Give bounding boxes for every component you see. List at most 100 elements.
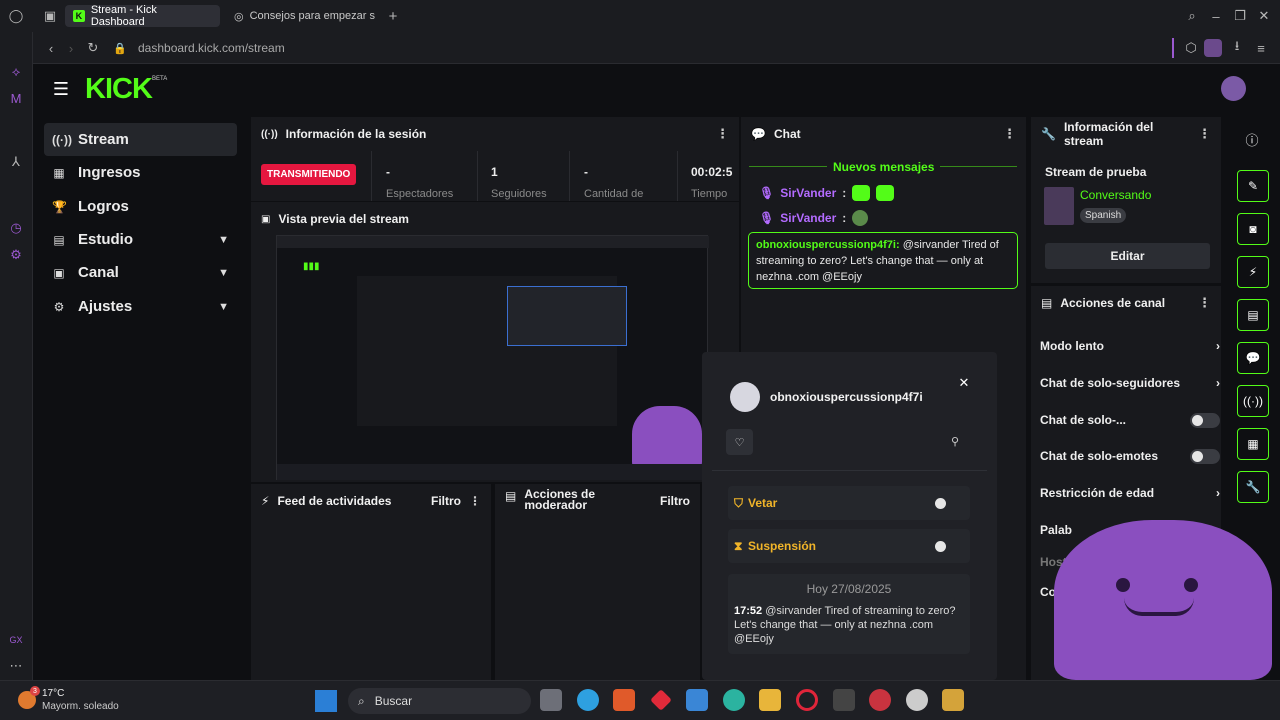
- channel-action-slow-mode[interactable]: Modo lento ›: [1040, 336, 1220, 356]
- reload-icon[interactable]: ↻: [85, 40, 101, 56]
- app-icon[interactable]: [613, 689, 635, 711]
- browser-tab-kick-dashboard[interactable]: K Stream - Kick Dashboard: [65, 4, 220, 28]
- search-icon[interactable]: ⌕: [1184, 8, 1200, 24]
- chat-username[interactable]: SirVander: [780, 211, 836, 225]
- more-options-icon[interactable]: ⋮: [716, 126, 729, 142]
- app-icon[interactable]: [577, 689, 599, 711]
- file-explorer-icon[interactable]: [759, 689, 781, 711]
- gx-icon[interactable]: GX: [8, 632, 24, 648]
- kick-logo[interactable]: KICK: [85, 73, 153, 106]
- panel-title: Chat: [773, 127, 801, 141]
- wrench-icon[interactable]: 🔧: [1237, 471, 1269, 503]
- browser-tab-consejos[interactable]: ◎ Consejos para empezar s: [226, 5, 376, 27]
- subscribers-only-toggle[interactable]: [1190, 412, 1220, 428]
- stream-info-panel: 🔧 Información del stream ⋮ Stream de pru…: [1031, 117, 1221, 283]
- filter-button[interactable]: Filtro: [431, 494, 461, 508]
- document-icon[interactable]: ▤: [1237, 299, 1269, 331]
- sidebar-item-estudio[interactable]: ▤ Estudio ▼: [44, 223, 237, 256]
- divider: [477, 151, 478, 201]
- heart-icon[interactable]: ♡: [726, 429, 753, 455]
- weather-desc[interactable]: Mayorm. soleado: [42, 701, 119, 712]
- more-options-icon[interactable]: ⋮: [1198, 126, 1211, 142]
- url-field[interactable]: dashboard.kick.com/stream: [138, 41, 285, 55]
- app-icon[interactable]: [906, 689, 928, 711]
- weather-temp[interactable]: 17°C: [42, 688, 64, 699]
- sidebar-item-label: Logros: [78, 198, 129, 215]
- panel-title: Feed de actividades: [277, 494, 392, 508]
- more-options-icon[interactable]: ⋮: [469, 494, 481, 508]
- chat-username[interactable]: obnoxiouspercussionp4f7i: [756, 239, 896, 251]
- download-icon[interactable]: ⭳: [1229, 38, 1245, 56]
- more-options-icon[interactable]: ⋮: [1003, 126, 1016, 142]
- extensions-icon[interactable]: ⬡: [1183, 40, 1199, 56]
- info-icon[interactable]: ⓘ: [1243, 130, 1261, 148]
- more-icon[interactable]: ⋯: [8, 658, 24, 674]
- sidebar-item-canal[interactable]: ▣ Canal ▼: [44, 256, 237, 289]
- menu-icon[interactable]: ≡: [1253, 40, 1269, 56]
- chat-username[interactable]: SirVander: [780, 186, 836, 200]
- store-icon[interactable]: [686, 689, 708, 711]
- channel-action-followers-only[interactable]: Chat de solo-seguidores ›: [1040, 373, 1220, 393]
- back-icon[interactable]: ‹: [43, 40, 59, 56]
- camera-icon[interactable]: ◙: [1237, 213, 1269, 245]
- aria-icon[interactable]: ⟡: [8, 64, 24, 80]
- hamburger-menu-icon[interactable]: ☰: [52, 79, 70, 99]
- edit-pencil-icon[interactable]: ✎: [1237, 170, 1269, 202]
- broadcast-icon[interactable]: ((·)): [1237, 385, 1269, 417]
- app-icon[interactable]: [869, 689, 891, 711]
- layout-icon[interactable]: ▦: [1237, 428, 1269, 460]
- stat-value: 1: [491, 165, 498, 179]
- trophy-icon: 🏆: [52, 199, 67, 214]
- chat-bubble-icon: 💬: [751, 127, 766, 141]
- highlighted-chat-message[interactable]: obnoxiouspercussionp4f7i: @sirvander Tir…: [748, 232, 1018, 289]
- filter-button[interactable]: Filtro: [660, 494, 690, 508]
- task-view-icon[interactable]: [540, 689, 562, 711]
- messenger-icon[interactable]: M: [8, 90, 24, 106]
- chevron-right-icon: ›: [1216, 486, 1220, 500]
- channel-action-age-restriction[interactable]: Restricción de edad ›: [1040, 483, 1220, 503]
- preview-mirror-tabbar: [277, 236, 709, 248]
- close-icon[interactable]: ✕: [957, 375, 971, 390]
- flow-icon[interactable]: ⅄: [8, 154, 24, 170]
- profile-avatar[interactable]: [1204, 39, 1222, 57]
- settings-icon[interactable]: ⚙: [8, 247, 24, 263]
- sidebar-item-ajustes[interactable]: ⚙ Ajustes ▼: [44, 290, 237, 323]
- app-icon[interactable]: [833, 689, 855, 711]
- category-link[interactable]: Conversando: [1080, 188, 1151, 202]
- more-options-icon[interactable]: ⋮: [1198, 295, 1211, 311]
- sidebar-item-stream[interactable]: ((·)) Stream: [44, 123, 237, 156]
- microphone-icon: 🎙: [759, 186, 775, 200]
- emotes-only-toggle[interactable]: [1190, 448, 1220, 464]
- close-window-icon[interactable]: ✕: [1256, 8, 1272, 24]
- windows-start-icon[interactable]: [315, 690, 337, 712]
- message-time: 17:52: [734, 605, 763, 617]
- app-icon[interactable]: [942, 689, 964, 711]
- pin-icon[interactable]: ⚲: [948, 434, 962, 448]
- stat-value: -: [584, 165, 588, 179]
- chat-message[interactable]: 🎙 SirVander:: [759, 185, 895, 201]
- divider: [712, 470, 987, 471]
- new-tab-button[interactable]: +: [384, 7, 402, 25]
- bolt-icon[interactable]: ⚡: [1237, 256, 1269, 288]
- edit-button[interactable]: Editar: [1045, 243, 1210, 269]
- opera-gx-icon[interactable]: [796, 689, 818, 711]
- chat-bubble-icon[interactable]: 💬: [1237, 342, 1269, 374]
- history-icon[interactable]: ◷: [8, 220, 24, 236]
- popup-username[interactable]: obnoxiouspercussionp4f7i: [770, 390, 923, 404]
- minimize-icon[interactable]: –: [1208, 8, 1224, 24]
- sidebar-item-logros[interactable]: 🏆 Logros: [44, 190, 237, 223]
- browser-logo-icon[interactable]: ◯: [8, 8, 24, 24]
- forward-icon[interactable]: ›: [63, 40, 79, 56]
- stream-preview-video[interactable]: ▮▮▮: [276, 235, 709, 480]
- session-info-header: ((·)) Información de la sesión ⋮: [251, 117, 739, 151]
- edge-icon[interactable]: [723, 689, 745, 711]
- user-avatar[interactable]: [1221, 76, 1246, 101]
- emote-icon: [876, 185, 895, 201]
- sidebar-item-ingresos[interactable]: ▦ Ingresos: [44, 156, 237, 189]
- tab-manager-icon[interactable]: ▣: [42, 8, 58, 24]
- sidebar-item-label: Stream: [78, 131, 129, 148]
- maximize-icon[interactable]: ❐: [1232, 8, 1248, 24]
- taskbar-search[interactable]: ⌕ Buscar: [348, 688, 531, 714]
- chat-message[interactable]: 🎙 SirVander:: [759, 210, 869, 226]
- chevron-down-icon: ▼: [218, 300, 229, 313]
